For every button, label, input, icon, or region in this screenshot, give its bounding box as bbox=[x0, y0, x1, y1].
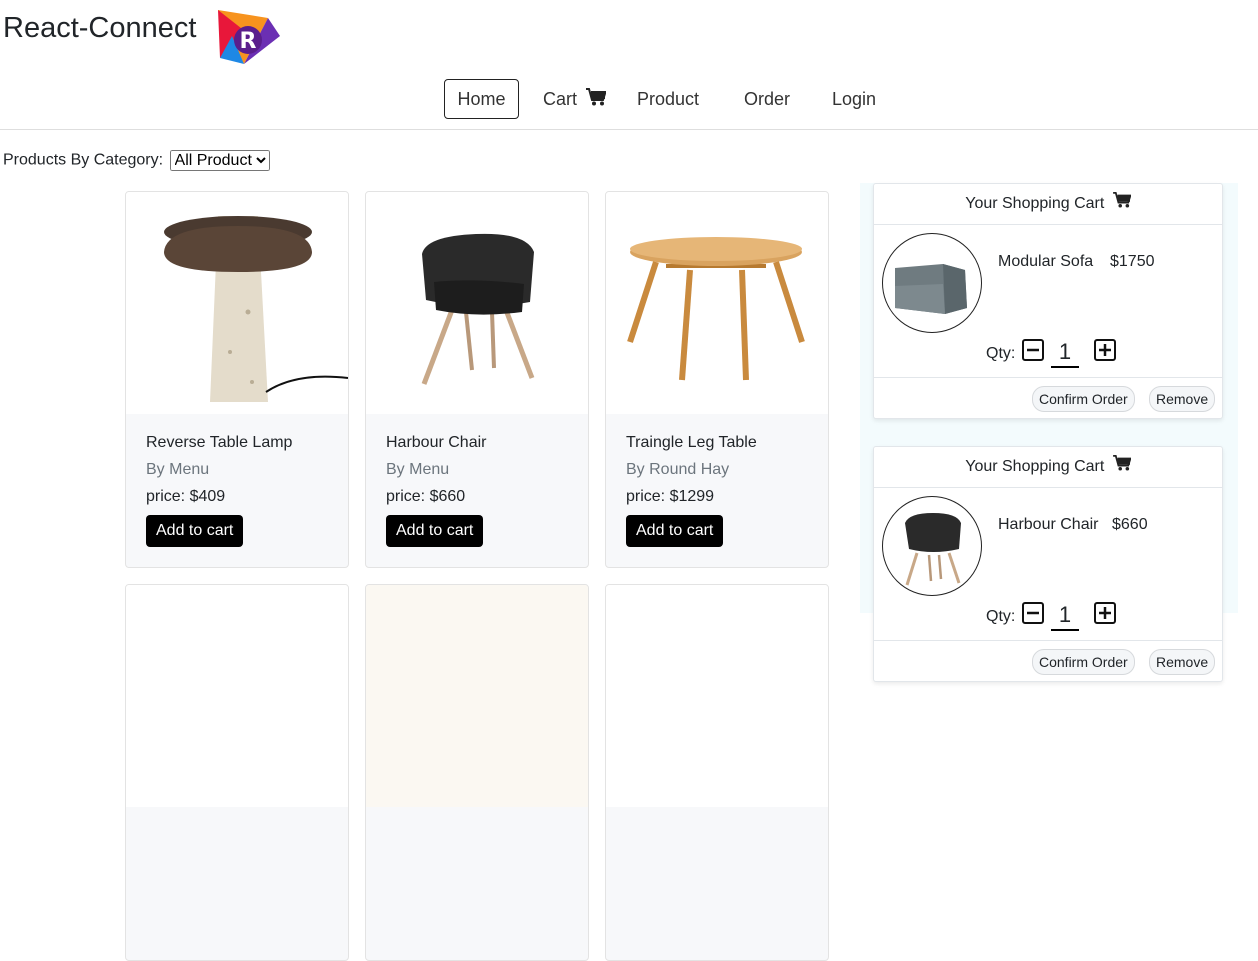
nav-cart[interactable]: Cart bbox=[543, 79, 607, 120]
product-image bbox=[606, 192, 828, 414]
product-maker: By Menu bbox=[146, 461, 210, 478]
cart-header-label: Your Shopping Cart bbox=[965, 195, 1105, 213]
nav-product[interactable]: Product bbox=[637, 79, 699, 119]
cart-item-body: Harbour Chair $660 Qty: 1 bbox=[874, 488, 1222, 641]
category-filter: Products By Category: All Product bbox=[3, 150, 270, 171]
minus-icon[interactable] bbox=[1022, 602, 1044, 624]
add-to-cart-button[interactable]: Add to cart bbox=[386, 515, 484, 547]
qty-value[interactable]: 1 bbox=[1051, 339, 1079, 368]
remove-button[interactable]: Remove bbox=[1149, 649, 1216, 675]
confirm-order-button[interactable]: Confirm Order bbox=[1032, 386, 1135, 412]
qty-label: Qty: bbox=[986, 608, 1016, 625]
cart-item-price: $660 bbox=[1112, 516, 1148, 533]
cart-icon bbox=[1112, 184, 1132, 224]
cart-header: Your Shopping Cart bbox=[874, 447, 1222, 488]
product-price: price: $660 bbox=[386, 488, 466, 505]
nav-login[interactable]: Login bbox=[832, 79, 876, 119]
qty-label: Qty: bbox=[986, 345, 1016, 362]
plus-icon[interactable] bbox=[1094, 339, 1116, 361]
nav-home[interactable]: Home bbox=[444, 79, 519, 119]
cart-item-body: Modular Sofa $1750 Qty: 1 bbox=[874, 225, 1222, 378]
cart-item-actions: Confirm Order Remove bbox=[874, 378, 1222, 418]
cart-item-card: Your Shopping Cart Harbour Chair $660 Qt… bbox=[873, 446, 1223, 682]
cart-item-thumbnail bbox=[882, 233, 982, 333]
category-filter-label: Products By Category: bbox=[3, 151, 164, 169]
cart-icon bbox=[586, 80, 607, 120]
plus-icon[interactable] bbox=[1094, 602, 1116, 624]
product-image bbox=[606, 585, 828, 807]
minus-icon[interactable] bbox=[1022, 339, 1044, 361]
cart-item-name: Harbour Chair bbox=[998, 516, 1099, 533]
add-to-cart-button[interactable]: Add to cart bbox=[626, 515, 724, 547]
main-nav: Home Cart Product Order Login bbox=[0, 79, 1258, 119]
header-divider bbox=[0, 129, 1258, 130]
nav-cart-label: Cart bbox=[543, 89, 578, 109]
product-card: Traingle Leg Table By Round Hay price: $… bbox=[605, 191, 829, 568]
cart-item-price: $1750 bbox=[1110, 253, 1155, 270]
product-image bbox=[126, 192, 348, 414]
product-image bbox=[366, 585, 588, 807]
nav-order[interactable]: Order bbox=[744, 79, 790, 119]
cart-item-actions: Confirm Order Remove bbox=[874, 641, 1222, 681]
app-brand[interactable]: React-Connect bbox=[3, 12, 196, 45]
logo-letter: R bbox=[240, 29, 257, 54]
product-card bbox=[365, 584, 589, 961]
add-to-cart-button[interactable]: Add to cart bbox=[146, 515, 244, 547]
product-title: Harbour Chair bbox=[386, 434, 487, 451]
product-image bbox=[126, 585, 348, 807]
cart-item-thumbnail bbox=[882, 496, 982, 596]
product-image bbox=[366, 192, 588, 414]
product-title: Reverse Table Lamp bbox=[146, 434, 293, 451]
cart-item-card: Your Shopping Cart Modular Sofa $1750 Qt… bbox=[873, 183, 1223, 419]
remove-button[interactable]: Remove bbox=[1149, 386, 1216, 412]
shopping-cart-panel: Your Shopping Cart Modular Sofa $1750 Qt… bbox=[860, 183, 1238, 682]
confirm-order-button[interactable]: Confirm Order bbox=[1032, 649, 1135, 675]
product-price: price: $1299 bbox=[626, 488, 715, 505]
product-title: Traingle Leg Table bbox=[626, 434, 757, 451]
product-card bbox=[125, 584, 349, 961]
product-maker: By Menu bbox=[386, 461, 450, 478]
product-maker: By Round Hay bbox=[626, 461, 730, 478]
cart-item-name: Modular Sofa bbox=[998, 253, 1094, 270]
product-card: Harbour Chair By Menu price: $660 Add to… bbox=[365, 191, 589, 568]
cart-icon bbox=[1112, 447, 1132, 487]
cart-header: Your Shopping Cart bbox=[874, 184, 1222, 225]
category-select[interactable]: All Product bbox=[169, 150, 270, 171]
product-card: Reverse Table Lamp By Menu price: $409 A… bbox=[125, 191, 349, 568]
qty-value[interactable]: 1 bbox=[1051, 602, 1079, 631]
app-logo: R bbox=[210, 6, 286, 70]
cart-header-label: Your Shopping Cart bbox=[965, 458, 1105, 476]
product-card bbox=[605, 584, 829, 961]
product-price: price: $409 bbox=[146, 488, 226, 505]
